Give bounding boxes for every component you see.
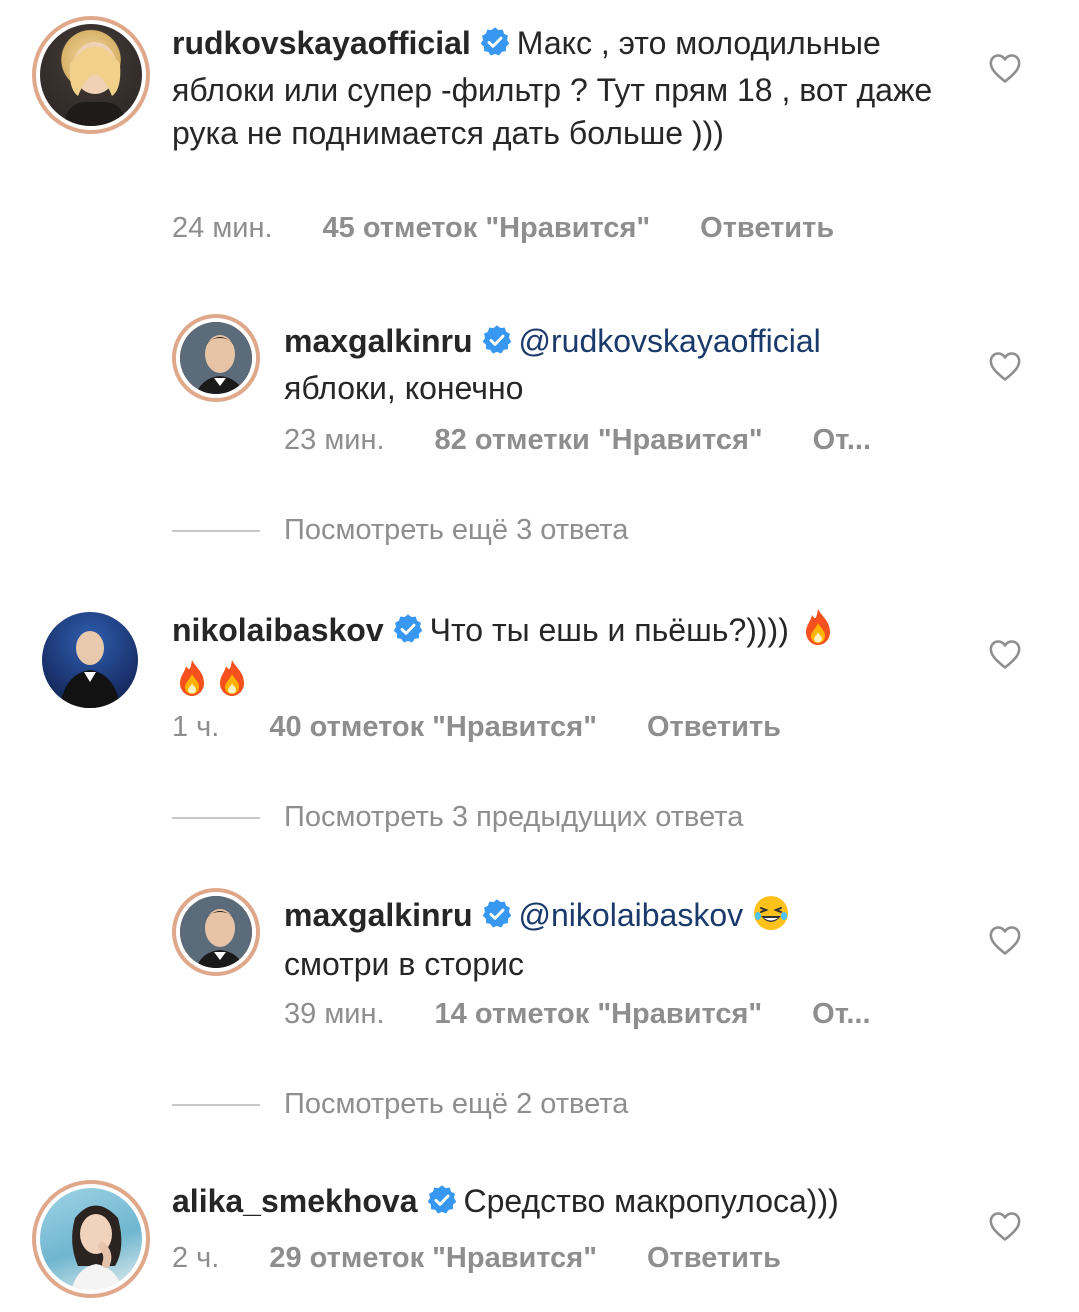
- comment-time: 39 мин.: [284, 998, 385, 1030]
- verified-badge-icon: [479, 26, 511, 69]
- comment-text: maxgalkinru @nikolaibaskov смотри в стори…: [284, 894, 964, 986]
- avatar[interactable]: [172, 888, 260, 976]
- reply-button[interactable]: Ответить: [647, 1242, 781, 1275]
- laughing-emoji-icon: [752, 894, 790, 943]
- comment-time: 2 ч.: [172, 1242, 220, 1274]
- comment-text: maxgalkinru @rudkovskayaofficial яблоки, …: [284, 320, 964, 410]
- view-more-replies-link[interactable]: Посмотреть ещё 2 ответа: [172, 1088, 628, 1121]
- verified-badge-icon: [481, 324, 513, 367]
- avatar[interactable]: [32, 16, 150, 134]
- reply-button[interactable]: Ответить: [700, 212, 834, 245]
- comment-likes[interactable]: 29 отметок "Нравится": [269, 1242, 597, 1275]
- view-more-replies-label: Посмотреть ещё 3 ответа: [284, 514, 629, 546]
- comment-time: 24 мин.: [172, 212, 273, 244]
- comment-time: 23 мин.: [284, 424, 385, 456]
- comment-username[interactable]: alika_smekhova: [172, 1183, 418, 1219]
- avatar[interactable]: [172, 314, 260, 402]
- fire-emoji-icon: [798, 607, 838, 658]
- comment-body: Средство макропулоса))): [463, 1183, 839, 1219]
- comment-text: rudkovskayaofficial Макс , это молодильны…: [172, 22, 962, 155]
- comment-body: яблоки, конечно: [284, 370, 524, 406]
- thread-divider: [172, 816, 260, 819]
- reply-button[interactable]: От...: [813, 424, 871, 457]
- avatar[interactable]: [32, 1180, 150, 1298]
- comment-meta: 39 мин. 14 отметок "Нравится" От...: [284, 998, 871, 1031]
- heart-icon[interactable]: [988, 638, 1022, 670]
- comment-meta: 2 ч. 29 отметок "Нравится" Ответить: [172, 1242, 781, 1275]
- comment-body: Что ты ешь и пьёшь?)))): [429, 612, 789, 648]
- verified-badge-icon: [392, 613, 424, 656]
- view-more-replies-link[interactable]: Посмотреть ещё 3 ответа: [172, 514, 628, 547]
- comment-meta: 23 мин. 82 отметки "Нравится" От...: [284, 424, 871, 457]
- comment-likes[interactable]: 45 отметок "Нравится": [323, 212, 651, 245]
- reply-button[interactable]: Ответить: [647, 711, 781, 744]
- comment-likes[interactable]: 14 отметок "Нравится": [435, 998, 763, 1031]
- comment-text: alika_smekhova Средство макропулоса))): [172, 1180, 962, 1227]
- reply-button[interactable]: От...: [812, 998, 870, 1031]
- comment-body: смотри в сторис: [284, 946, 524, 982]
- fire-emoji-icon: [212, 658, 252, 709]
- view-previous-replies-label: Посмотреть 3 предыдущих ответа: [284, 801, 744, 833]
- comment-text: nikolaibaskov Что ты ешь и пьёшь?)))): [172, 607, 942, 709]
- thread-divider: [172, 529, 260, 532]
- heart-icon[interactable]: [988, 350, 1022, 382]
- mention-link[interactable]: @nikolaibaskov: [519, 897, 744, 933]
- comment-meta: 24 мин. 45 отметок "Нравится" Ответить: [172, 212, 834, 245]
- comment-meta: 1 ч. 40 отметок "Нравится" Ответить: [172, 711, 781, 744]
- heart-icon[interactable]: [988, 1210, 1022, 1242]
- comment-username[interactable]: maxgalkinru: [284, 897, 473, 933]
- verified-badge-icon: [481, 898, 513, 941]
- heart-icon[interactable]: [988, 924, 1022, 956]
- verified-badge-icon: [426, 1184, 458, 1227]
- comment-likes[interactable]: 82 отметки "Нравится": [435, 424, 763, 457]
- fire-emoji-icon: [172, 658, 212, 709]
- mention-link[interactable]: @rudkovskayaofficial: [519, 323, 821, 359]
- avatar[interactable]: [42, 612, 138, 708]
- comment-username[interactable]: maxgalkinru: [284, 323, 473, 359]
- comment-likes[interactable]: 40 отметок "Нравится": [269, 711, 597, 744]
- comment-time: 1 ч.: [172, 711, 220, 743]
- thread-divider: [172, 1103, 260, 1106]
- comment-username[interactable]: rudkovskayaofficial: [172, 25, 471, 61]
- heart-icon[interactable]: [988, 52, 1022, 84]
- comment-username[interactable]: nikolaibaskov: [172, 612, 384, 648]
- view-previous-replies-link[interactable]: Посмотреть 3 предыдущих ответа: [172, 801, 743, 834]
- view-more-replies-label: Посмотреть ещё 2 ответа: [284, 1088, 629, 1120]
